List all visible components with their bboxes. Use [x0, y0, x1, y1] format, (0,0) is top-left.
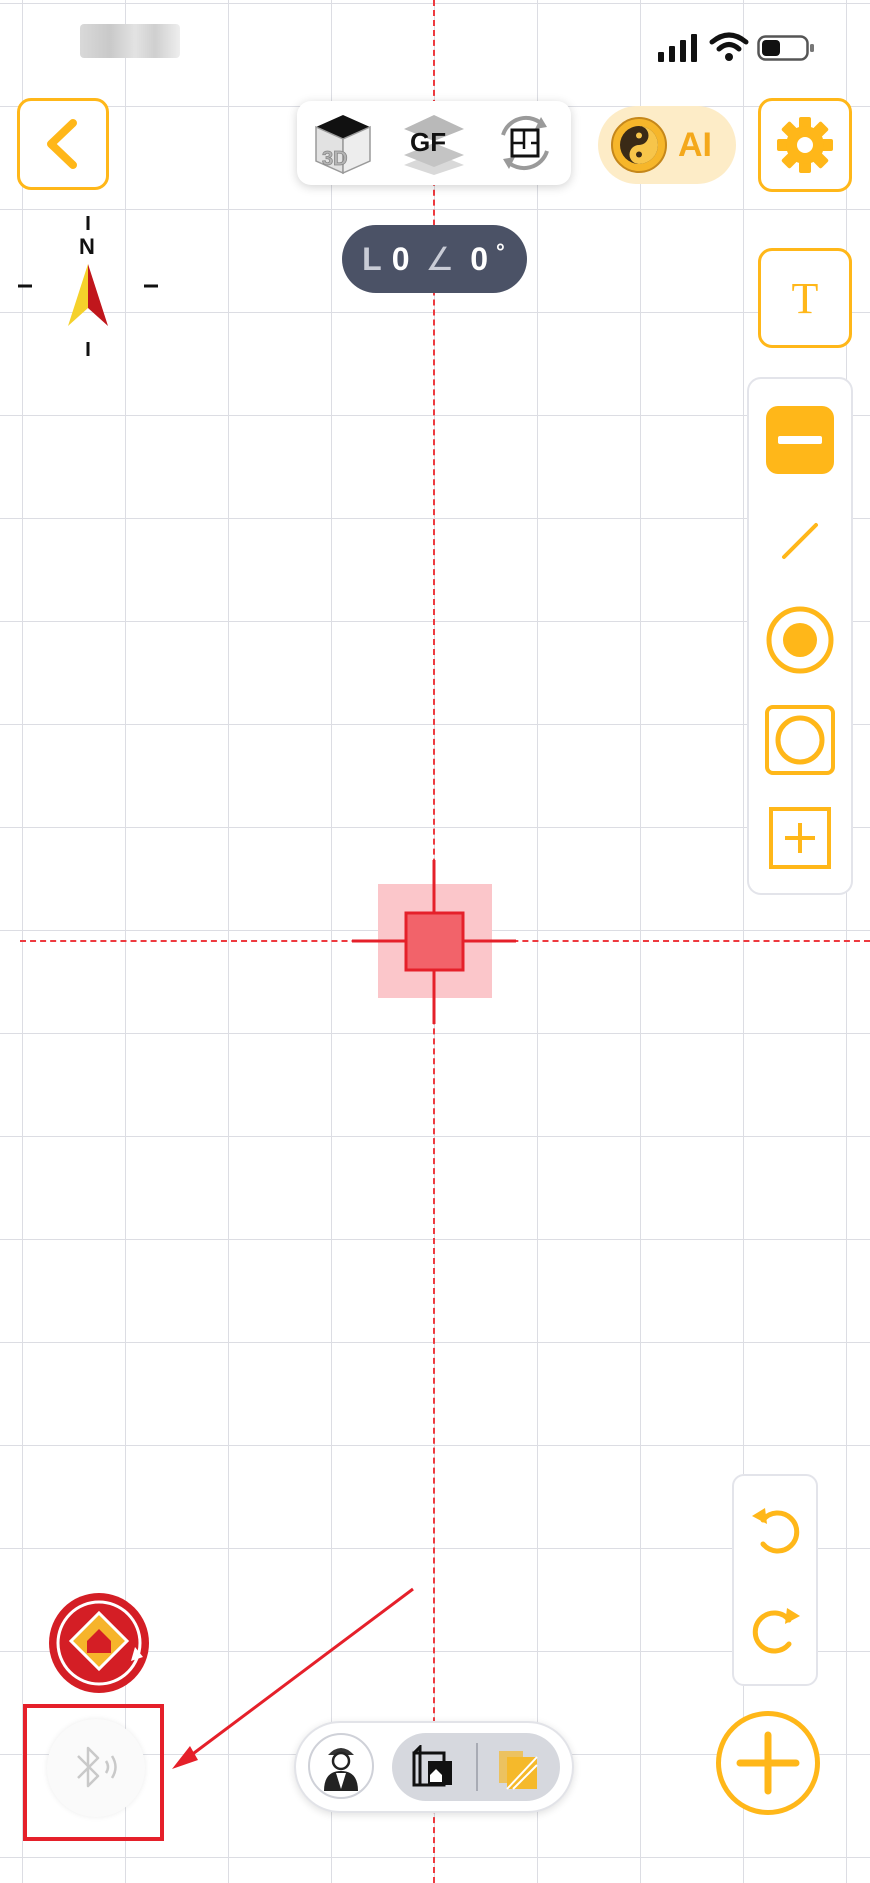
plus-icon — [736, 1731, 800, 1795]
redo-icon[interactable] — [749, 1598, 803, 1658]
floorplan-doc-button[interactable] — [392, 1733, 476, 1801]
svg-text:GF: GF — [410, 127, 446, 157]
history-panel — [732, 1474, 818, 1686]
bottom-toolbar — [294, 1721, 574, 1813]
wifi-icon — [709, 32, 749, 61]
text-tool-button[interactable]: T — [758, 248, 852, 348]
view-mode-toolbar: 3D GF — [297, 101, 571, 185]
signal-icon — [658, 34, 697, 62]
yin-yang-icon — [611, 117, 667, 173]
view-segment-group — [392, 1733, 560, 1801]
status-time-redacted — [80, 24, 180, 58]
undo-icon[interactable] — [749, 1498, 803, 1558]
gf-view-button[interactable]: GF — [398, 110, 470, 176]
worker-avatar-icon — [324, 1748, 358, 1791]
floorplan-doc-icon — [412, 1745, 452, 1787]
ai-label: AI — [678, 125, 712, 164]
drawing-tools-panel — [747, 377, 853, 895]
measurement-readout: L 0 ∠ 0 ° — [342, 225, 527, 293]
cube-3d-icon: 3D — [314, 115, 371, 175]
line-tool-button[interactable] — [749, 496, 851, 586]
gear-icon — [777, 117, 833, 173]
degree-symbol: ° — [496, 239, 507, 264]
compass-icon: N — [18, 216, 158, 356]
battery-icon — [757, 35, 814, 61]
square-circle-icon — [765, 705, 835, 775]
add-room-tool-button[interactable] — [749, 793, 851, 883]
back-button[interactable] — [17, 98, 109, 190]
length-prefix: L — [362, 240, 384, 277]
floorplan-rotate-button[interactable] — [489, 110, 561, 176]
svg-text:3D: 3D — [322, 148, 348, 170]
ai-button[interactable]: AI — [598, 106, 736, 184]
layers-button[interactable] — [476, 1733, 560, 1801]
angle-value: 0 — [470, 240, 490, 277]
worker-profile-button[interactable] — [308, 1733, 374, 1799]
add-button[interactable] — [716, 1711, 820, 1815]
stacked-layers-icon: GF — [403, 115, 464, 175]
square-plus-icon — [769, 807, 831, 869]
text-tool-label: T — [791, 273, 819, 323]
wall-tool-button[interactable] — [749, 395, 851, 485]
minus-icon — [766, 406, 834, 474]
chevron-left-icon — [47, 119, 77, 169]
length-value: 0 — [391, 240, 412, 277]
compass-north-label: N — [79, 234, 95, 259]
annotation-highlight-box — [23, 1704, 164, 1841]
radio-circle-icon — [766, 606, 834, 674]
floorplan-rotate-icon — [501, 115, 550, 171]
crosshair-cursor-icon[interactable] — [352, 860, 516, 1024]
3d-view-button[interactable]: 3D — [307, 110, 379, 176]
line-icon — [782, 523, 818, 559]
layers-icon — [499, 1751, 538, 1790]
angle-symbol: ∠ — [425, 241, 457, 277]
round-room-tool-button[interactable] — [749, 695, 851, 785]
app-logo-button[interactable] — [47, 1591, 151, 1695]
point-tool-button[interactable] — [749, 595, 851, 685]
settings-button[interactable] — [758, 98, 852, 192]
